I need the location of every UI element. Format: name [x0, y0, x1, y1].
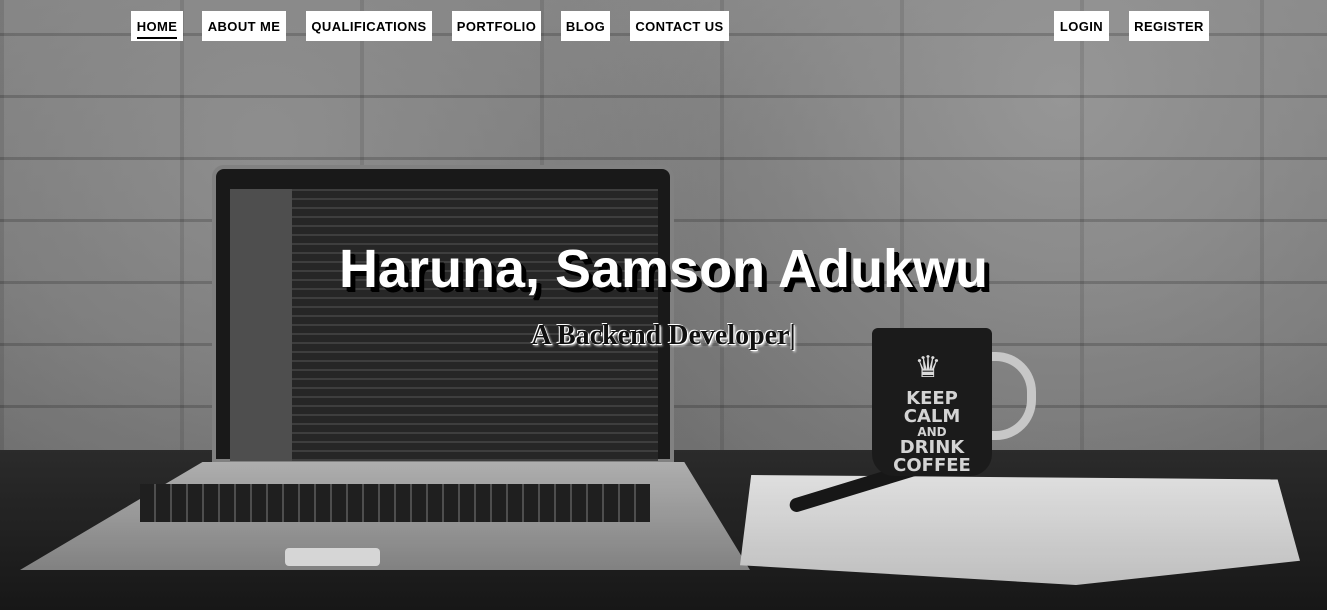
hero-overlay [0, 0, 1327, 610]
nav-contact-us[interactable]: CONTACT US [630, 11, 729, 41]
hero-background: ♛ KEEP CALM AND DRINK COFFEE [0, 0, 1327, 610]
nav-register[interactable]: REGISTER [1129, 11, 1209, 41]
nav-home[interactable]: HOME [131, 11, 183, 41]
nav-login[interactable]: LOGIN [1054, 11, 1109, 41]
nav-blog[interactable]: BLOG [561, 11, 610, 41]
nav-qualifications[interactable]: QUALIFICATIONS [306, 11, 432, 41]
hero-subtitle: A Backend Developer| [531, 320, 796, 351]
nav-about-me[interactable]: ABOUT ME [202, 11, 286, 41]
nav-portfolio[interactable]: PORTFOLIO [452, 11, 541, 41]
hero-title: Haruna, Samson Adukwu [338, 239, 989, 299]
